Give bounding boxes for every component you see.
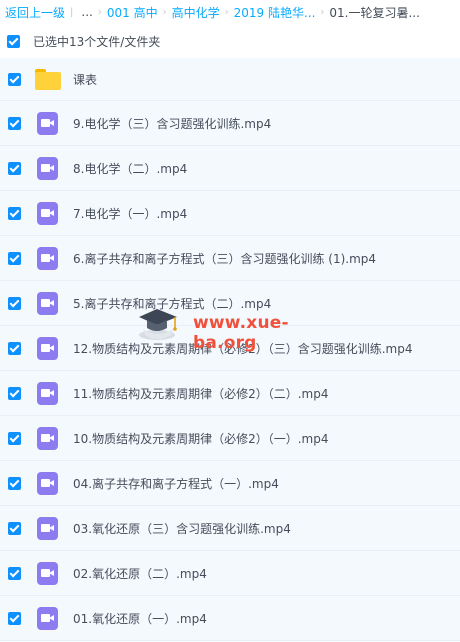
breadcrumb-item[interactable]: 2019 陆艳华... [234,4,316,21]
file-name[interactable]: 04.离子共存和离子方程式（一）.mp4 [73,475,279,492]
row-checkbox[interactable] [8,566,21,580]
file-name[interactable]: 02.氧化还原（二）.mp4 [73,565,207,582]
list-item[interactable]: 10.物质结构及元素周期律（必修2）（一）.mp4 [0,416,460,461]
row-checkbox[interactable] [8,161,21,175]
video-file-icon [35,561,59,585]
row-checkbox[interactable] [8,296,21,310]
row-checkbox[interactable] [8,72,21,86]
video-file-icon [35,381,59,405]
row-checkbox[interactable] [8,206,21,220]
row-checkbox[interactable] [8,116,21,130]
folder-icon [35,67,61,91]
breadcrumb-item[interactable]: 001 高中 [107,4,158,21]
list-item[interactable]: 11.物质结构及元素周期律（必修2）（二）.mp4 [0,371,460,416]
list-item[interactable]: 02.氧化还原（二）.mp4 [0,551,460,596]
breadcrumb-separator: | [70,6,74,18]
video-file-icon [35,516,59,540]
back-link[interactable]: 返回上一级 [5,4,65,21]
video-file-icon [35,336,59,360]
row-checkbox[interactable] [8,251,21,265]
breadcrumb-ellipsis[interactable]: ... [81,5,92,19]
video-file-icon [35,606,59,630]
selection-count-label: 已选中13个文件/文件夹 [33,34,161,49]
row-checkbox[interactable] [8,521,21,535]
selection-bar: 已选中13个文件/文件夹 [0,24,460,58]
list-item[interactable]: 03.氧化还原（三）含习题强化训练.mp4 [0,506,460,551]
list-item[interactable]: 5.离子共存和离子方程式（二）.mp4 [0,281,460,326]
select-all-checkbox[interactable] [7,34,20,48]
video-file-icon [35,201,59,225]
row-checkbox[interactable] [8,341,21,355]
list-item[interactable]: 04.离子共存和离子方程式（一）.mp4 [0,461,460,506]
breadcrumb: 返回上一级 | ... › 001 高中 › 高中化学 › 2019 陆艳华..… [0,0,460,24]
video-file-icon [35,156,59,180]
file-name[interactable]: 7.电化学（一）.mp4 [73,205,187,222]
video-file-icon [35,426,59,450]
file-name[interactable]: 10.物质结构及元素周期律（必修2）（一）.mp4 [73,430,328,447]
row-checkbox[interactable] [8,611,21,625]
file-list: 课表 9.电化学（三）含习题强化训练.mp4 8.电化学（二）.mp4 7.电化… [0,58,460,641]
chevron-right-icon: › [320,6,325,18]
file-name[interactable]: 03.氧化还原（三）含习题强化训练.mp4 [73,520,291,537]
list-item[interactable]: 9.电化学（三）含习题强化训练.mp4 [0,101,460,146]
file-name[interactable]: 5.离子共存和离子方程式（二）.mp4 [73,295,271,312]
list-item[interactable]: 6.离子共存和离子方程式（三）含习题强化训练 (1).mp4 [0,236,460,281]
file-name[interactable]: 8.电化学（二）.mp4 [73,160,187,177]
video-file-icon [35,471,59,495]
list-item[interactable]: 01.氧化还原（一）.mp4 [0,596,460,641]
list-item[interactable]: 8.电化学（二）.mp4 [0,146,460,191]
list-item[interactable]: 课表 [0,58,460,101]
file-name[interactable]: 课表 [73,71,97,88]
file-name[interactable]: 9.电化学（三）含习题强化训练.mp4 [73,115,271,132]
chevron-right-icon: › [162,6,167,18]
list-item[interactable]: 7.电化学（一）.mp4 [0,191,460,236]
list-item[interactable]: 12.物质结构及元素周期律（必修2）（三）含习题强化训练.mp4 [0,326,460,371]
video-file-icon [35,246,59,270]
row-checkbox[interactable] [8,386,21,400]
chevron-right-icon: › [224,6,229,18]
file-name[interactable]: 6.离子共存和离子方程式（三）含习题强化训练 (1).mp4 [73,250,376,267]
chevron-right-icon: › [97,6,102,18]
file-name[interactable]: 11.物质结构及元素周期律（必修2）（二）.mp4 [73,385,328,402]
row-checkbox[interactable] [8,431,21,445]
breadcrumb-item[interactable]: 高中化学 [172,4,220,21]
file-name[interactable]: 01.氧化还原（一）.mp4 [73,610,207,627]
file-name[interactable]: 12.物质结构及元素周期律（必修2）（三）含习题强化训练.mp4 [73,340,412,357]
video-file-icon [35,291,59,315]
video-file-icon [35,111,59,135]
breadcrumb-current: 01.一轮复习暑... [329,5,420,20]
row-checkbox[interactable] [8,476,21,490]
